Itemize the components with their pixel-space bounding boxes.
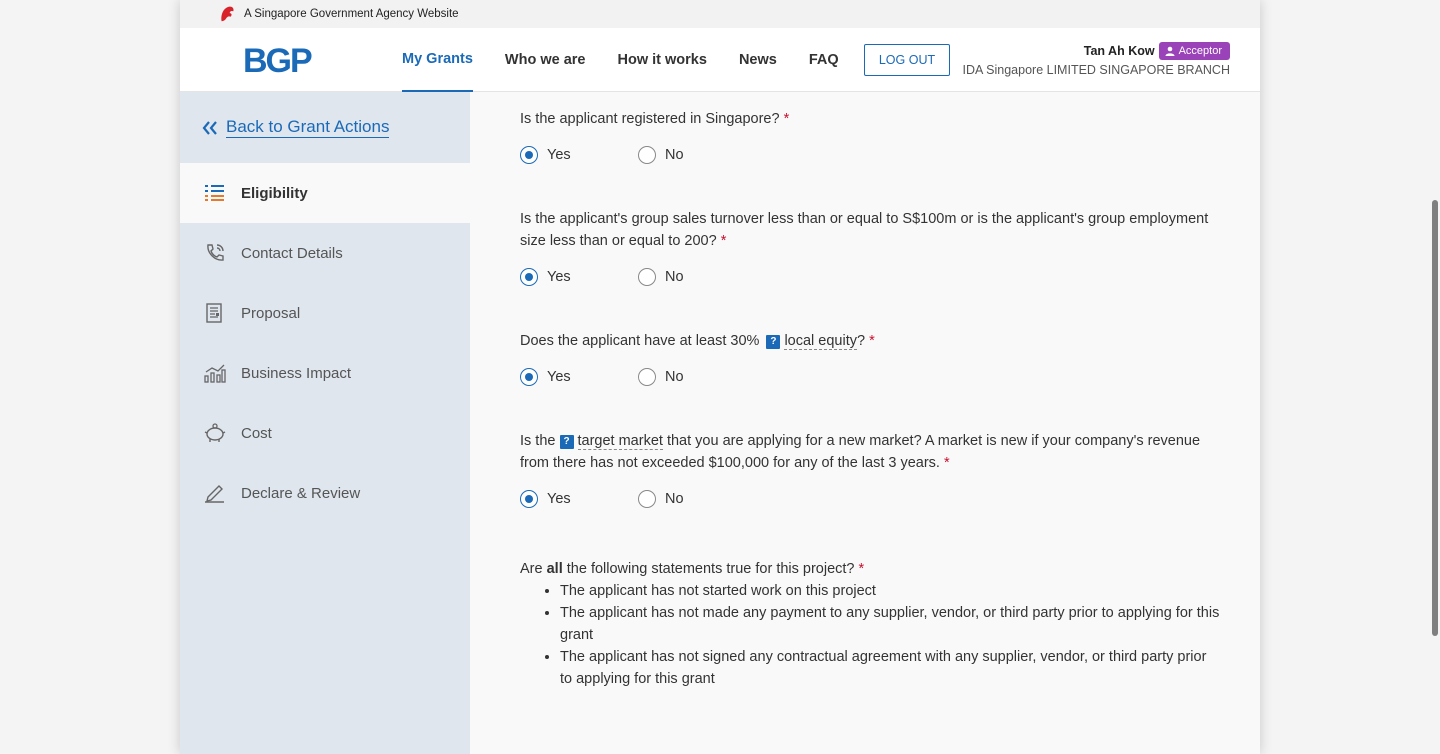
list-item: The applicant has not made any payment t… bbox=[560, 602, 1220, 646]
radio-no-unselected[interactable] bbox=[638, 268, 656, 286]
logout-button[interactable]: LOG OUT bbox=[864, 44, 950, 76]
sidebar-item-label: Cost bbox=[241, 424, 272, 442]
radio-group-size: Yes No bbox=[520, 268, 1220, 286]
radio-label: No bbox=[665, 269, 684, 285]
statements-list: The applicant has not started work on th… bbox=[560, 580, 1220, 690]
question-local-equity: Does the applicant have at least 30% ? lo… bbox=[520, 330, 1220, 352]
sidebar-item-declare-review[interactable]: Declare & Review bbox=[180, 463, 470, 523]
sidebar-item-business-impact[interactable]: Business Impact bbox=[180, 343, 470, 403]
question-text: Are bbox=[520, 561, 543, 577]
page: A Singapore Government Agency Website BG… bbox=[180, 0, 1260, 754]
radio-yes[interactable]: Yes bbox=[520, 490, 638, 508]
radio-group-target-market: Yes No bbox=[520, 490, 1220, 508]
phone-icon bbox=[204, 242, 226, 264]
back-to-grant-actions-link[interactable]: Back to Grant Actions bbox=[180, 92, 470, 163]
radio-no-unselected[interactable] bbox=[638, 368, 656, 386]
nav-news[interactable]: News bbox=[739, 28, 777, 92]
sidebar-item-label: Eligibility bbox=[241, 184, 308, 202]
sidebar: Back to Grant Actions Eligibility Contac… bbox=[180, 92, 470, 754]
question-group-size: Is the applicant's group sales turnover … bbox=[520, 208, 1220, 252]
question-text: Is the applicant registered in Singapore… bbox=[520, 111, 780, 127]
nav-who-we-are[interactable]: Who we are bbox=[505, 28, 586, 92]
user-icon bbox=[1165, 46, 1175, 56]
radio-no[interactable]: No bbox=[638, 268, 756, 286]
question-registered-singapore: Is the applicant registered in Singapore… bbox=[520, 108, 1220, 130]
sidebar-item-label: Business Impact bbox=[241, 364, 352, 382]
page-scrollbar[interactable] bbox=[1432, 200, 1438, 636]
navbar: BGP My Grants Who we are How it works Ne… bbox=[180, 28, 1260, 92]
radio-label: No bbox=[665, 369, 684, 385]
bgp-logo[interactable]: BGP bbox=[243, 42, 313, 81]
lion-head-icon bbox=[221, 6, 234, 22]
question-emphasis: all bbox=[546, 561, 563, 577]
radio-yes-selected[interactable] bbox=[520, 146, 538, 164]
required-mark: * bbox=[869, 333, 875, 349]
radio-no[interactable]: No bbox=[638, 146, 756, 164]
radio-yes[interactable]: Yes bbox=[520, 368, 638, 386]
required-mark: * bbox=[858, 561, 865, 577]
role-label: Acceptor bbox=[1178, 45, 1222, 57]
radio-label: No bbox=[665, 491, 684, 507]
eligibility-form: Is the applicant registered in Singapore… bbox=[520, 92, 1220, 690]
user-info: Tan Ah Kow Acceptor IDA Singapore LIMITE… bbox=[963, 42, 1230, 77]
radio-no-unselected[interactable] bbox=[638, 490, 656, 508]
pen-icon bbox=[204, 482, 226, 504]
sidebar-item-proposal[interactable]: Proposal bbox=[180, 283, 470, 343]
organisation-name: IDA Singapore LIMITED SINGAPORE BRANCH bbox=[962, 63, 1230, 77]
list-item: The applicant has not signed any contrac… bbox=[560, 646, 1220, 690]
nav-how-it-works[interactable]: How it works bbox=[618, 28, 707, 92]
local-equity-term[interactable]: local equity bbox=[784, 333, 857, 350]
list-item: The applicant has not started work on th… bbox=[560, 580, 1220, 602]
user-name: Tan Ah Kow bbox=[1083, 44, 1155, 58]
radio-no[interactable]: No bbox=[638, 490, 756, 508]
radio-label: No bbox=[665, 147, 684, 163]
radio-group-registered: Yes No bbox=[520, 146, 1220, 164]
masthead-text: A Singapore Government Agency Website bbox=[244, 8, 459, 20]
question-text: the following statements true for this p… bbox=[566, 561, 855, 577]
nav-my-grants[interactable]: My Grants bbox=[402, 28, 473, 92]
radio-yes-selected[interactable] bbox=[520, 368, 538, 386]
document-icon bbox=[204, 302, 226, 324]
radio-no[interactable]: No bbox=[638, 368, 756, 386]
sidebar-item-cost[interactable]: Cost bbox=[180, 403, 470, 463]
gov-masthead: A Singapore Government Agency Website bbox=[180, 0, 1260, 28]
sidebar-item-contact-details[interactable]: Contact Details bbox=[180, 223, 470, 283]
radio-label: Yes bbox=[547, 269, 571, 285]
main-nav: My Grants Who we are How it works News F… bbox=[402, 28, 871, 92]
nav-faq[interactable]: FAQ bbox=[809, 28, 839, 92]
sidebar-item-label: Contact Details bbox=[241, 244, 343, 262]
radio-label: Yes bbox=[547, 491, 571, 507]
chart-icon bbox=[204, 362, 226, 384]
question-text: Does the applicant have at least 30% bbox=[520, 333, 760, 349]
radio-no-unselected[interactable] bbox=[638, 146, 656, 164]
sidebar-item-eligibility[interactable]: Eligibility bbox=[180, 163, 470, 223]
back-label: Back to Grant Actions bbox=[226, 117, 390, 138]
required-mark: * bbox=[783, 111, 790, 127]
target-market-term[interactable]: target market bbox=[577, 433, 663, 450]
question-text: Is the bbox=[520, 433, 556, 449]
radio-yes-selected[interactable] bbox=[520, 490, 538, 508]
question-statements: Are all the following statements true fo… bbox=[520, 558, 1220, 580]
piggy-bank-icon bbox=[204, 422, 226, 444]
required-mark: * bbox=[720, 233, 727, 249]
required-mark: * bbox=[943, 455, 950, 471]
radio-yes[interactable]: Yes bbox=[520, 146, 638, 164]
list-icon bbox=[204, 182, 226, 204]
help-icon[interactable]: ? bbox=[559, 435, 574, 449]
help-icon[interactable]: ? bbox=[766, 335, 781, 349]
question-text: ? bbox=[856, 333, 866, 349]
radio-label: Yes bbox=[547, 369, 571, 385]
sidebar-item-label: Proposal bbox=[241, 304, 301, 322]
double-chevron-left-icon bbox=[202, 120, 217, 135]
radio-yes-selected[interactable] bbox=[520, 268, 538, 286]
sidebar-item-label: Declare & Review bbox=[241, 484, 361, 502]
radio-label: Yes bbox=[547, 147, 571, 163]
question-target-market: Is the ? target market that you are apply… bbox=[520, 430, 1220, 474]
radio-yes[interactable]: Yes bbox=[520, 268, 638, 286]
radio-group-local-equity: Yes No bbox=[520, 368, 1220, 386]
role-badge: Acceptor bbox=[1158, 42, 1230, 60]
question-text: Is the applicant's group sales turnover … bbox=[520, 211, 1209, 249]
